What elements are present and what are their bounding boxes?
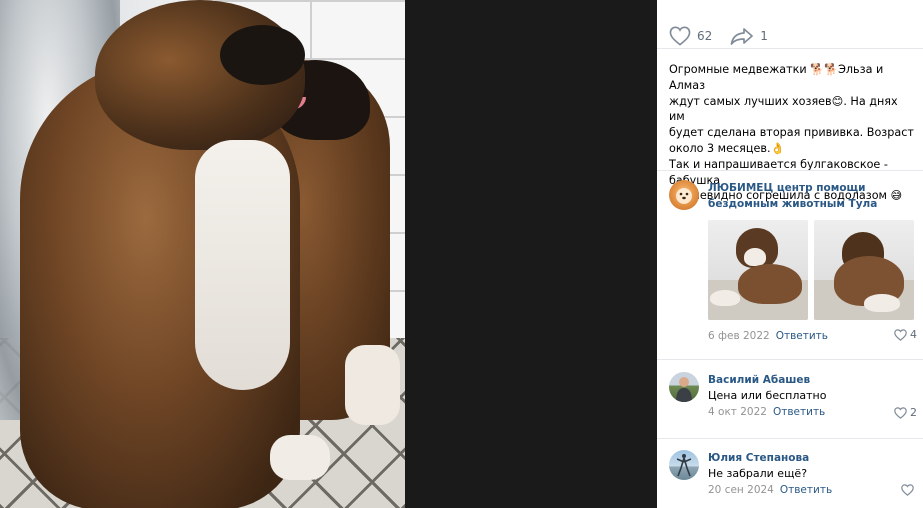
share-button[interactable]: 1 xyxy=(730,27,768,45)
like-button[interactable]: 62 xyxy=(669,26,712,46)
share-count: 1 xyxy=(760,29,768,43)
comment-meta: 4 окт 2022 Ответить xyxy=(708,406,920,418)
reply-button[interactable]: Ответить xyxy=(776,330,828,342)
comment-date[interactable]: 6 фев 2022 xyxy=(708,330,770,342)
comment-author[interactable]: ЛЮБИМЕЦ центр помощи бездомным животным … xyxy=(708,180,920,212)
comment-body: ЛЮБИМЕЦ центр помощи бездомным животным … xyxy=(708,180,920,212)
puppy-front-muzzle xyxy=(220,25,305,85)
comment-author[interactable]: Василий Абашев xyxy=(708,372,920,388)
share-arrow-icon xyxy=(730,27,754,45)
thumb-dog-paw xyxy=(710,290,740,306)
thumb-dog-muzzle xyxy=(744,248,766,266)
comment-author-line: ЛЮБИМЕЦ центр помощи xyxy=(708,182,866,194)
comment-divider xyxy=(657,438,923,439)
comment-text: Не забрали ещё? xyxy=(708,467,808,480)
heart-icon xyxy=(669,26,691,46)
comment-like-button[interactable] xyxy=(901,484,917,496)
comment-date[interactable]: 20 сен 2024 xyxy=(708,484,774,496)
heart-icon xyxy=(894,406,907,419)
comment-meta: 6 фев 2022 Ответить xyxy=(708,330,828,342)
dog-face-icon xyxy=(676,188,692,204)
post-side-panel: 62 1 Огромные медвежатки 🐕🐕Эльза и Алмаз… xyxy=(657,0,923,508)
person-icon xyxy=(676,454,692,477)
comment-like-button[interactable]: 4 xyxy=(894,328,917,341)
heart-icon xyxy=(901,484,914,496)
comment-photo-thumbnail[interactable] xyxy=(708,220,808,320)
post-text-line: около 3 месяцев.👌 xyxy=(669,141,785,155)
photo-viewer xyxy=(0,0,657,508)
post-actions: 62 1 xyxy=(669,26,786,46)
comment-date[interactable]: 4 окт 2022 xyxy=(708,406,767,418)
post-text-line: будет сделана вторая прививка. Возраст xyxy=(669,126,914,140)
comment-like-count: 4 xyxy=(910,328,917,341)
puppy-back-paw xyxy=(345,345,400,425)
comment-like-count: 2 xyxy=(910,406,917,419)
avatar[interactable] xyxy=(669,180,699,210)
comments-divider xyxy=(657,170,923,171)
avatar[interactable] xyxy=(669,450,699,480)
puppy-front-paw xyxy=(270,435,330,480)
like-count: 62 xyxy=(697,29,713,43)
puppy-front-chest xyxy=(195,140,290,390)
post-text-line: Огромные медвежатки 🐕🐕Эльза и Алмаз xyxy=(669,63,884,92)
comment-author-line: бездомным животным Тула xyxy=(708,198,878,210)
person-icon xyxy=(676,377,692,402)
comment-body: Василий Абашев Цена или бесплатно 4 окт … xyxy=(708,372,920,418)
thumb-dog-paw xyxy=(864,294,900,312)
avatar[interactable] xyxy=(669,372,699,402)
comment-item: Василий Абашев Цена или бесплатно 4 окт … xyxy=(669,372,919,432)
post-text-line: ждут самых лучших хозяев😊. На днях им xyxy=(669,94,898,124)
comment-photo-thumbnail[interactable] xyxy=(814,220,914,320)
reply-button[interactable]: Ответить xyxy=(773,406,825,418)
reply-button[interactable]: Ответить xyxy=(780,484,832,496)
comment-meta: 20 сен 2024 Ответить xyxy=(708,484,920,496)
thumb-dog-body xyxy=(738,264,802,304)
comment-body: Юлия Степанова Не забрали ещё? 20 сен 20… xyxy=(708,450,920,496)
comment-author[interactable]: Юлия Степанова xyxy=(708,450,920,466)
comment-item: Юлия Степанова Не забрали ещё? 20 сен 20… xyxy=(669,450,919,508)
actions-divider xyxy=(657,48,923,49)
comment-like-button[interactable]: 2 xyxy=(894,406,917,419)
post-photo[interactable] xyxy=(0,0,405,508)
comment-text: Цена или бесплатно xyxy=(708,389,827,402)
heart-icon xyxy=(894,328,907,341)
comment-item: ЛЮБИМЕЦ центр помощи бездомным животным … xyxy=(669,180,919,350)
comment-divider xyxy=(657,359,923,360)
